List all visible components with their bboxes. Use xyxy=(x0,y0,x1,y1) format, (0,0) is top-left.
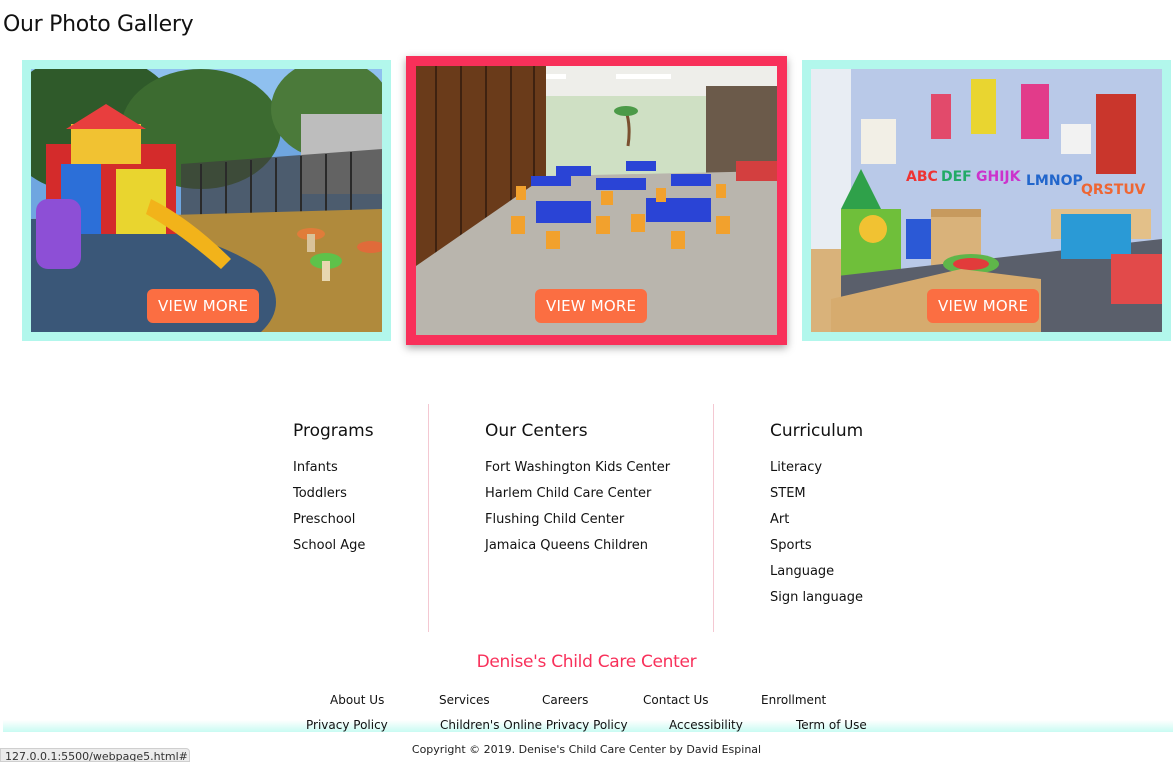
view-more-button[interactable]: VIEW MORE xyxy=(147,289,260,323)
gallery-card-classroom[interactable]: VIEW MORE xyxy=(406,56,787,345)
footer-link[interactable]: Flushing Child Center xyxy=(485,507,670,533)
nav-link-contact-us[interactable]: Contact Us xyxy=(643,693,709,707)
footer-link[interactable]: Harlem Child Care Center xyxy=(485,481,670,507)
footer-link[interactable]: Preschool xyxy=(293,507,374,533)
footer-link[interactable]: Literacy xyxy=(770,455,863,481)
footer-link[interactable]: Language xyxy=(770,559,863,585)
nav-link-services[interactable]: Services xyxy=(439,693,490,707)
view-more-button[interactable]: VIEW MORE xyxy=(927,289,1040,323)
privacy-policy-link[interactable]: Privacy Policy xyxy=(306,718,388,732)
term-of-use-link[interactable]: Term of Use xyxy=(796,718,867,732)
gallery-card-playground[interactable]: VIEW MORE xyxy=(22,60,391,341)
svg-text:GHIJK: GHIJK xyxy=(976,169,1022,185)
footer-link[interactable]: Sign language xyxy=(770,585,863,611)
footer-curriculum: Curriculum Literacy STEM Art Sports Lang… xyxy=(770,421,863,611)
accessibility-link[interactable]: Accessibility xyxy=(669,718,743,732)
footer-brand: Denise's Child Care Center xyxy=(476,652,697,672)
gallery-card-playroom[interactable]: ABC DEF GHIJK LMNOP QRSTUV VIEW MORE xyxy=(802,60,1171,341)
nav-link-careers[interactable]: Careers xyxy=(542,693,588,707)
svg-text:LMNOP: LMNOP xyxy=(1026,173,1083,189)
divider xyxy=(428,404,429,632)
footer-heading: Our Centers xyxy=(485,421,588,441)
footer-heading: Programs xyxy=(293,421,374,441)
view-more-button[interactable]: VIEW MORE xyxy=(535,289,648,323)
nav-link-about-us[interactable]: About Us xyxy=(330,693,384,707)
footer-link[interactable]: School Age xyxy=(293,533,374,559)
page-title: Our Photo Gallery xyxy=(3,12,194,37)
browser-status-url: 127.0.0.1:5500/webpage5.html# xyxy=(0,748,190,762)
svg-text:ABC: ABC xyxy=(906,169,938,185)
nav-link-enrollment[interactable]: Enrollment xyxy=(761,693,826,707)
footer-link[interactable]: Fort Washington Kids Center xyxy=(485,455,670,481)
footer-link[interactable]: Infants xyxy=(293,455,374,481)
childrens-privacy-link[interactable]: Children's Online Privacy Policy xyxy=(440,718,628,732)
svg-text:DEF: DEF xyxy=(941,169,972,185)
footer-heading: Curriculum xyxy=(770,421,864,441)
footer-programs: Programs Infants Toddlers Preschool Scho… xyxy=(293,421,374,559)
footer-link[interactable]: Art xyxy=(770,507,863,533)
footer-link[interactable]: Toddlers xyxy=(293,481,374,507)
divider xyxy=(713,404,714,632)
footer-our-centers: Our Centers Fort Washington Kids Center … xyxy=(485,421,670,559)
svg-text:QRSTUV: QRSTUV xyxy=(1081,182,1146,198)
footer-link[interactable]: Sports xyxy=(770,533,863,559)
footer-link[interactable]: STEM xyxy=(770,481,863,507)
footer-link[interactable]: Jamaica Queens Children xyxy=(485,533,670,559)
